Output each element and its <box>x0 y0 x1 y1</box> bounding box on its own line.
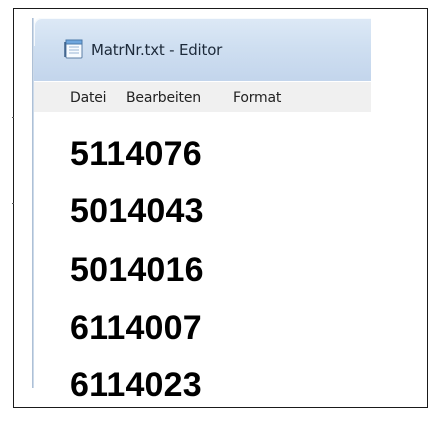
frame-tick <box>12 203 14 204</box>
text-line: 5114076 <box>70 135 202 173</box>
text-line: 6114007 <box>70 309 202 347</box>
menu-format[interactable]: Format <box>233 90 281 106</box>
text-line: 5014043 <box>70 192 204 230</box>
frame-tick <box>12 117 14 118</box>
menu-bearbeiten[interactable]: Bearbeiten <box>126 90 201 106</box>
text-line: 5014016 <box>70 251 204 289</box>
window-title: MatrNr.txt - Editor <box>91 41 223 59</box>
text-line: 6114023 <box>70 366 202 404</box>
notepad-icon[interactable] <box>63 39 85 59</box>
menu-datei[interactable]: Datei <box>70 90 107 106</box>
